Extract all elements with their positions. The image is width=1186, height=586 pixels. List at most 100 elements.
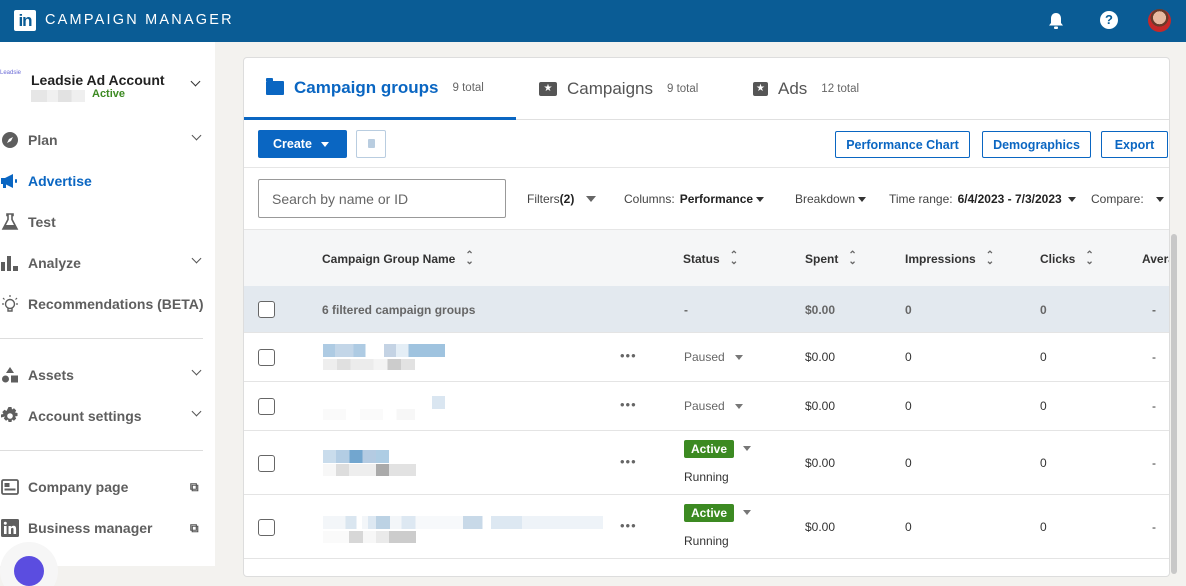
column-header-impressions[interactable]: Impressions ⌃ ⌄ bbox=[905, 251, 994, 267]
chevron-down-icon[interactable] bbox=[191, 406, 202, 417]
chevron-down-icon[interactable] bbox=[191, 130, 202, 141]
summary-name: 6 filtered campaign groups bbox=[322, 303, 476, 317]
campaign-groups-table: Campaign Group Name ⌃ ⌄ Status ⌃ ⌄ Spent ⌃ ⌄ I… bbox=[244, 230, 1169, 570]
sidebar-item-account-settings[interactable]: Account settings bbox=[0, 401, 215, 431]
create-button[interactable]: Create bbox=[258, 130, 347, 158]
external-link-icon: ⧉ bbox=[190, 520, 199, 535]
more-options-icon[interactable]: ••• bbox=[620, 348, 637, 363]
linkedin-logo[interactable]: in bbox=[14, 10, 36, 31]
row-checkbox[interactable] bbox=[258, 349, 275, 366]
sidebar-item-label: Recommendations (BETA) bbox=[28, 296, 204, 312]
time-range-dropdown[interactable]: Time range: 6/4/2023 - 7/3/2023 bbox=[889, 192, 1076, 206]
filter-bar: Filters (2) Columns: Performance Breakdo… bbox=[244, 168, 1169, 230]
select-all-checkbox[interactable] bbox=[258, 301, 275, 318]
chevron-down-icon[interactable] bbox=[191, 253, 202, 264]
campaign-group-name-link[interactable] bbox=[323, 450, 389, 463]
caret-down-icon[interactable] bbox=[743, 510, 751, 515]
sidebar-item-advertise[interactable]: Advertise bbox=[0, 166, 215, 196]
sidebar-item-recommendations[interactable]: Recommendations (BETA) bbox=[0, 289, 215, 319]
sort-icon[interactable]: ⌃ ⌄ bbox=[730, 251, 738, 267]
impressions-value: 0 bbox=[905, 350, 912, 364]
chevron-down-icon[interactable] bbox=[191, 365, 202, 376]
campaign-group-id-redacted bbox=[323, 531, 416, 543]
table-row[interactable]: ••• Paused $0.00 0 0 - bbox=[244, 333, 1169, 382]
campaign-group-name-link[interactable] bbox=[432, 396, 445, 409]
sidebar-item-assets[interactable]: Assets bbox=[0, 360, 215, 390]
user-avatar[interactable] bbox=[1148, 9, 1171, 32]
sidebar-item-company-page[interactable]: Company page ⧉ bbox=[0, 472, 215, 502]
tab-label: Campaigns bbox=[567, 79, 653, 98]
sidebar-divider bbox=[0, 450, 203, 451]
clicks-value: 0 bbox=[1040, 399, 1047, 413]
sidebar-item-label: Analyze bbox=[28, 255, 81, 271]
caret-down-icon bbox=[858, 196, 867, 202]
sidebar-item-label: Advertise bbox=[28, 173, 92, 189]
caret-down-icon[interactable] bbox=[743, 446, 751, 451]
more-options-icon[interactable]: ••• bbox=[620, 397, 637, 412]
status-badge-active[interactable]: Active bbox=[684, 504, 735, 522]
spent-value: $0.00 bbox=[805, 520, 836, 534]
tab-ads[interactable]: ★ Ads 12 total bbox=[753, 58, 859, 120]
sort-icon[interactable]: ⌃ ⌄ bbox=[465, 251, 473, 267]
sidebar-item-label: Test bbox=[28, 214, 56, 230]
compare-dropdown[interactable]: Compare: bbox=[1091, 192, 1164, 206]
status-dropdown[interactable]: Paused bbox=[684, 350, 743, 364]
table-row[interactable]: ••• Paused $0.00 0 0 - bbox=[244, 382, 1169, 431]
campaign-group-name-link[interactable] bbox=[323, 516, 603, 529]
columns-dropdown[interactable]: Columns: Performance bbox=[624, 192, 765, 206]
help-icon[interactable]: ? bbox=[1100, 11, 1118, 29]
vertical-scrollbar[interactable] bbox=[1171, 234, 1177, 574]
columns-value: Performance bbox=[679, 192, 754, 206]
table-row[interactable]: ••• Active Running $0.00 0 0 - bbox=[244, 431, 1169, 495]
toolbar: Create Performance Chart Demographics Ex… bbox=[244, 120, 1169, 168]
sidebar-divider bbox=[0, 338, 203, 339]
search-input[interactable] bbox=[258, 179, 506, 218]
campaign-group-name-link[interactable] bbox=[323, 344, 445, 357]
table-row[interactable]: ••• Active Running $0.00 0 0 - bbox=[244, 495, 1169, 559]
caret-down-icon bbox=[1155, 196, 1164, 202]
column-header-clicks[interactable]: Clicks ⌃ ⌄ bbox=[1040, 251, 1094, 267]
demographics-button[interactable]: Demographics bbox=[982, 131, 1091, 158]
sort-icon[interactable]: ⌃ ⌄ bbox=[986, 251, 994, 267]
delete-button[interactable] bbox=[356, 130, 386, 158]
sort-icon[interactable]: ⌃ ⌄ bbox=[1085, 251, 1093, 267]
campaign-group-id-redacted bbox=[323, 409, 415, 420]
summary-clicks: 0 bbox=[1040, 303, 1047, 317]
filters-dropdown[interactable]: Filters (2) bbox=[527, 192, 597, 206]
sidebar-item-test[interactable]: Test bbox=[0, 207, 215, 237]
impressions-value: 0 bbox=[905, 520, 912, 534]
row-checkbox[interactable] bbox=[258, 398, 275, 415]
column-header-average[interactable]: Avera bbox=[1142, 252, 1169, 266]
tab-campaign-groups[interactable]: Campaign groups 9 total bbox=[244, 58, 516, 120]
sidebar: Leadsie Leadsie Ad Account Active Plan A… bbox=[0, 42, 215, 586]
row-checkbox[interactable] bbox=[258, 519, 275, 536]
row-checkbox[interactable] bbox=[258, 455, 275, 472]
bell-icon[interactable] bbox=[1046, 11, 1066, 31]
clicks-value: 0 bbox=[1040, 350, 1047, 364]
account-status: Active bbox=[92, 88, 126, 100]
help-chat-button[interactable] bbox=[14, 556, 44, 586]
column-header-status[interactable]: Status ⌃ ⌄ bbox=[683, 251, 738, 267]
sidebar-item-analyze[interactable]: Analyze bbox=[0, 248, 215, 278]
performance-chart-button[interactable]: Performance Chart bbox=[835, 131, 970, 158]
sidebar-item-business-manager[interactable]: Business manager ⧉ bbox=[0, 513, 215, 543]
spent-value: $0.00 bbox=[805, 456, 836, 470]
status-dropdown[interactable]: Paused bbox=[684, 399, 743, 413]
status-badge-active[interactable]: Active bbox=[684, 440, 735, 458]
spent-value: $0.00 bbox=[805, 350, 836, 364]
tab-campaigns[interactable]: ★ Campaigns 9 total bbox=[539, 58, 698, 120]
more-options-icon[interactable]: ••• bbox=[620, 518, 637, 533]
more-options-icon[interactable]: ••• bbox=[620, 454, 637, 469]
sidebar-item-plan[interactable]: Plan bbox=[0, 125, 215, 155]
account-name: Leadsie Ad Account bbox=[31, 72, 165, 88]
column-header-name[interactable]: Campaign Group Name ⌃ ⌄ bbox=[322, 251, 474, 267]
sort-icon[interactable]: ⌃ ⌄ bbox=[848, 251, 856, 267]
entity-tabs: Campaign groups 9 total ★ Campaigns 9 to… bbox=[244, 58, 1169, 120]
create-label: Create bbox=[273, 137, 312, 151]
megaphone-icon bbox=[0, 171, 20, 191]
average-value: - bbox=[1152, 399, 1156, 413]
chevron-down-icon[interactable] bbox=[190, 76, 201, 87]
column-header-spent[interactable]: Spent ⌃ ⌄ bbox=[805, 251, 857, 267]
breakdown-dropdown[interactable]: Breakdown bbox=[795, 192, 867, 206]
export-button[interactable]: Export bbox=[1101, 131, 1168, 158]
